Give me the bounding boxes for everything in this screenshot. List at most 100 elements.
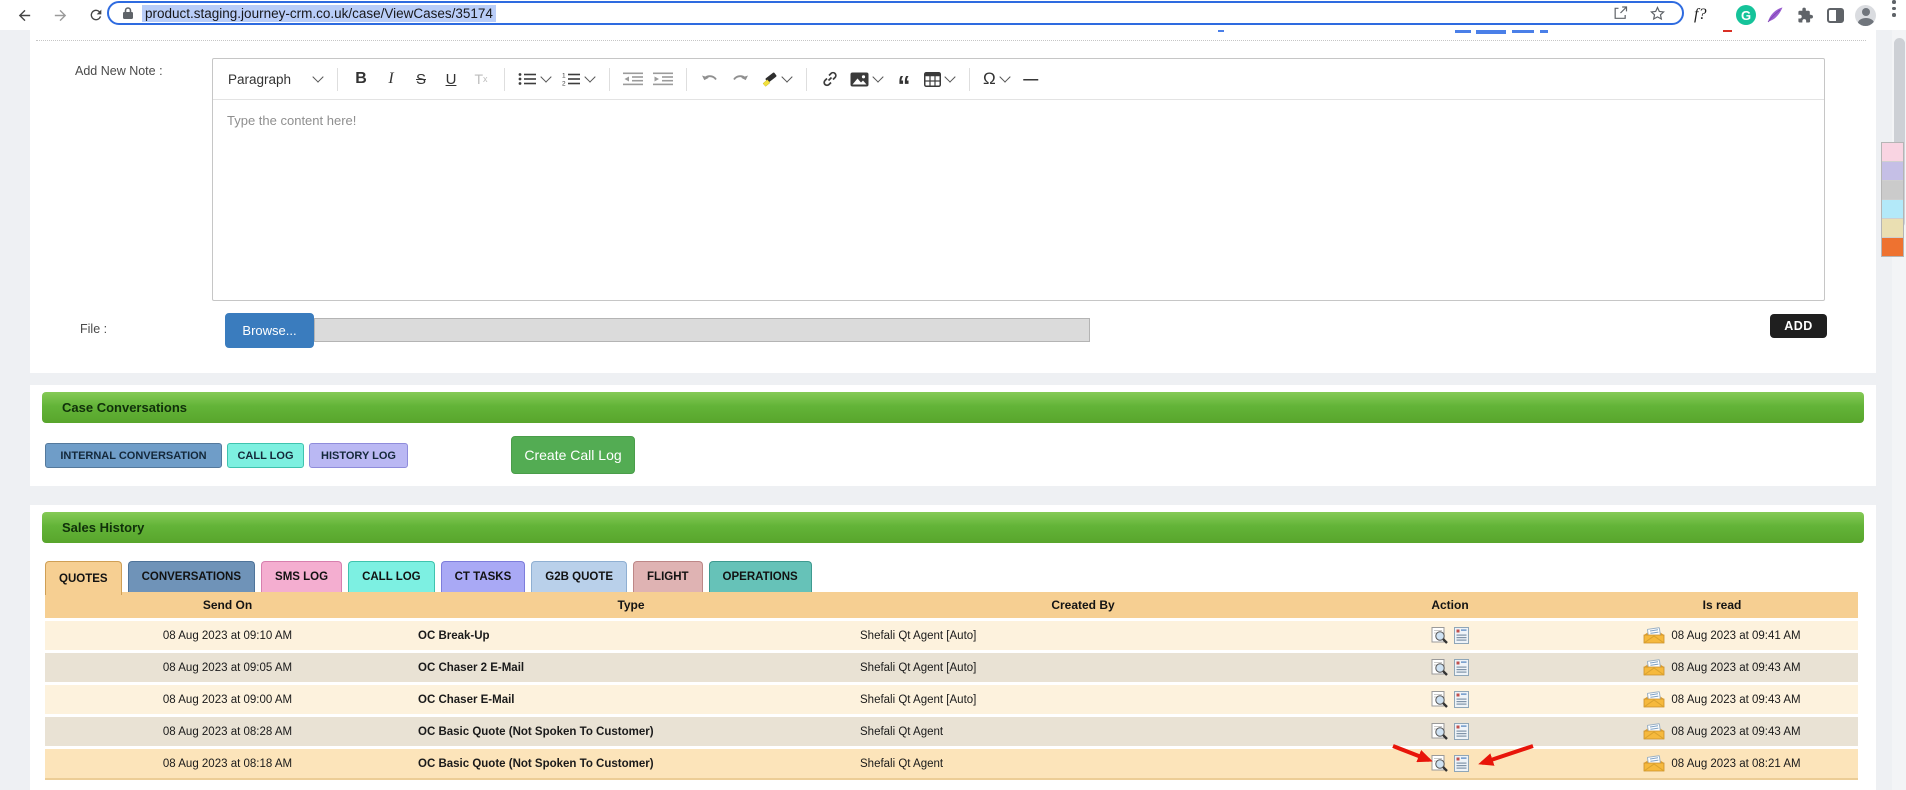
call-log-button[interactable]: CALL LOG bbox=[227, 443, 304, 468]
document-details-icon bbox=[1454, 659, 1469, 676]
document-details-icon bbox=[1454, 627, 1469, 644]
sales-history-header: Sales History bbox=[42, 512, 1864, 543]
case-conversations-panel: Case Conversations INTERNAL CONVERSATION… bbox=[30, 385, 1876, 486]
file-input-field[interactable] bbox=[314, 318, 1090, 342]
menu-dots-icon bbox=[1892, 0, 1896, 4]
cell-send-on: 08 Aug 2023 at 09:10 AM bbox=[162, 629, 293, 642]
redo-button[interactable] bbox=[728, 65, 752, 93]
special-character-button[interactable]: Ω bbox=[981, 65, 1013, 93]
cell-is-read: 08 Aug 2023 at 09:43 AM bbox=[1586, 685, 1858, 714]
sales-history-tabs: QUOTES CONVERSATIONS SMS LOG CALL LOG CT… bbox=[45, 561, 812, 595]
quote-details-button[interactable] bbox=[1454, 659, 1469, 676]
quill-extension-button[interactable] bbox=[1765, 0, 1785, 30]
insert-image-button[interactable] bbox=[848, 65, 886, 93]
url-bar[interactable]: product.staging.journey-crm.co.uk/case/V… bbox=[107, 1, 1684, 25]
tab-sms-log[interactable]: SMS LOG bbox=[261, 561, 343, 592]
color-swatch[interactable] bbox=[1882, 200, 1903, 219]
cell-type: OC Basic Quote (Not Spoken To Customer) bbox=[418, 757, 654, 770]
color-swatch[interactable] bbox=[1882, 162, 1903, 181]
is-read-text: 08 Aug 2023 at 09:43 AM bbox=[1671, 661, 1801, 674]
color-swatch[interactable] bbox=[1882, 143, 1903, 162]
color-swatch[interactable] bbox=[1882, 181, 1903, 200]
forward-button[interactable] bbox=[48, 3, 72, 27]
history-log-button[interactable]: HISTORY LOG bbox=[309, 443, 408, 468]
tab-quotes[interactable]: QUOTES bbox=[45, 561, 122, 595]
profile-button[interactable] bbox=[1855, 0, 1876, 30]
browse-button[interactable]: Browse... bbox=[225, 313, 314, 348]
preview-quote-button[interactable] bbox=[1431, 691, 1448, 708]
italic-button[interactable]: I bbox=[379, 65, 403, 93]
highlight-button[interactable] bbox=[758, 65, 795, 93]
back-icon bbox=[18, 9, 30, 21]
bulleted-list-button[interactable] bbox=[516, 65, 554, 93]
indent-button[interactable] bbox=[651, 65, 675, 93]
undo-button[interactable] bbox=[698, 65, 722, 93]
scrollbar-track[interactable] bbox=[1892, 26, 1906, 790]
color-swatch[interactable] bbox=[1882, 219, 1903, 238]
url-text: product.staging.journey-crm.co.uk/case/V… bbox=[142, 4, 496, 22]
preview-icon bbox=[1431, 659, 1448, 676]
col-header-type: Type bbox=[617, 598, 645, 612]
fn-extension-button[interactable]: f? bbox=[1694, 0, 1706, 30]
reload-icon bbox=[90, 9, 102, 21]
tab-operations[interactable]: OPERATIONS bbox=[708, 561, 812, 592]
cell-send-on: 08 Aug 2023 at 08:28 AM bbox=[162, 725, 293, 738]
avatar-icon bbox=[1855, 4, 1876, 26]
tab-g2b-quote[interactable]: G2B QUOTE bbox=[531, 561, 628, 592]
preview-quote-button[interactable] bbox=[1431, 627, 1448, 644]
tab-ct-tasks[interactable]: CT TASKS bbox=[440, 561, 526, 592]
bulleted-list-icon bbox=[518, 73, 536, 85]
chevron-down-icon bbox=[540, 71, 552, 83]
sales-history-panel: Sales History QUOTES CONVERSATIONS SMS L… bbox=[30, 505, 1876, 790]
blockquote-button[interactable]: “ bbox=[892, 65, 916, 98]
editor-content-area[interactable]: Type the content here! bbox=[213, 100, 1824, 141]
share-button[interactable] bbox=[1612, 5, 1629, 21]
quote-details-button[interactable] bbox=[1454, 691, 1469, 708]
preview-icon bbox=[1431, 691, 1448, 708]
tab-conversations[interactable]: CONVERSATIONS bbox=[127, 561, 256, 592]
cell-created-by: Shefali Qt Agent bbox=[860, 725, 944, 738]
bookmark-star-button[interactable] bbox=[1649, 5, 1666, 22]
preview-quote-button[interactable] bbox=[1431, 723, 1448, 740]
numbered-list-button[interactable]: 12 bbox=[560, 65, 598, 93]
back-button[interactable] bbox=[12, 3, 36, 27]
reload-button[interactable] bbox=[84, 3, 108, 27]
numbered-list-icon: 12 bbox=[562, 73, 580, 86]
add-button[interactable]: ADD bbox=[1770, 314, 1827, 338]
create-call-log-button[interactable]: Create Call Log bbox=[511, 436, 635, 474]
browser-menu-button[interactable] bbox=[1892, 0, 1896, 30]
remove-format-button[interactable]: Tx bbox=[469, 65, 493, 93]
link-button[interactable] bbox=[818, 65, 842, 93]
omega-icon: Ω bbox=[983, 69, 996, 88]
undo-icon bbox=[702, 74, 717, 80]
grammarly-extension-button[interactable]: G bbox=[1736, 0, 1756, 30]
paragraph-dropdown[interactable]: Paragraph bbox=[226, 65, 326, 93]
indent-icon bbox=[653, 72, 673, 86]
document-details-icon bbox=[1454, 723, 1469, 740]
case-conversations-header: Case Conversations bbox=[42, 392, 1864, 423]
editor-toolbar: Paragraph B I S U Tx 12 “ Ω — bbox=[213, 59, 1824, 100]
paragraph-dropdown-label: Paragraph bbox=[228, 71, 292, 87]
star-icon bbox=[1650, 5, 1665, 20]
horizontal-rule-button[interactable]: — bbox=[1019, 65, 1043, 93]
underline-button[interactable]: U bbox=[439, 65, 463, 93]
quote-details-button[interactable] bbox=[1454, 627, 1469, 644]
bold-button[interactable]: B bbox=[349, 65, 373, 93]
link-icon bbox=[823, 71, 837, 87]
chevron-down-icon bbox=[584, 71, 596, 83]
insert-table-button[interactable] bbox=[922, 65, 958, 93]
strikethrough-button[interactable]: S bbox=[409, 65, 433, 93]
tab-call-log[interactable]: CALL LOG bbox=[348, 561, 435, 592]
extensions-button[interactable] bbox=[1795, 0, 1814, 30]
share-icon bbox=[1614, 6, 1628, 19]
cell-created-by: Shefali Qt Agent bbox=[860, 757, 944, 770]
outdent-button[interactable] bbox=[621, 65, 645, 93]
color-swatch[interactable] bbox=[1882, 238, 1903, 256]
side-panel-button[interactable] bbox=[1827, 0, 1844, 30]
internal-conversation-button[interactable]: INTERNAL CONVERSATION bbox=[45, 443, 222, 468]
preview-quote-button[interactable] bbox=[1431, 659, 1448, 676]
svg-text:1: 1 bbox=[562, 73, 566, 80]
quote-details-button[interactable] bbox=[1454, 723, 1469, 740]
tab-flight[interactable]: FLIGHT bbox=[633, 561, 703, 592]
cell-action bbox=[1314, 653, 1586, 682]
